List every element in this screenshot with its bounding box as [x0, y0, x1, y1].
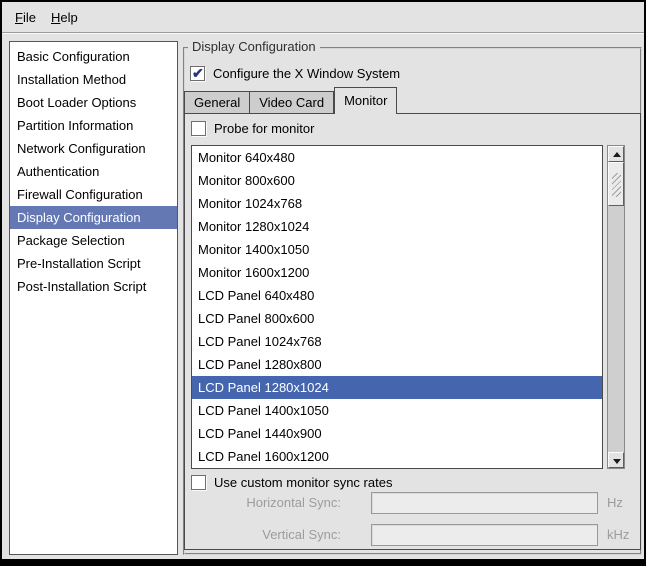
monitor-tab-panel: Probe for monitor Monitor 640x480 Monito…: [184, 113, 641, 550]
vertical-sync-row: Vertical Sync: kHz: [191, 524, 639, 546]
checkbox-icon[interactable]: [191, 475, 206, 490]
sidebar-nav: Basic Configuration Installation Method …: [9, 41, 178, 555]
monitor-list-item[interactable]: LCD Panel 1600x1200: [192, 445, 602, 468]
sidebar-item-network-configuration[interactable]: Network Configuration: [10, 137, 177, 160]
monitor-list-item[interactable]: Monitor 800x600: [192, 169, 602, 192]
monitor-list-item[interactable]: LCD Panel 1024x768: [192, 330, 602, 353]
scroll-up-button[interactable]: [608, 146, 624, 162]
tab-monitor[interactable]: Monitor: [334, 87, 397, 114]
menubar: File Help: [2, 2, 644, 32]
sidebar-item-post-installation-script[interactable]: Post-Installation Script: [10, 275, 177, 298]
menu-file-mnemonic: F: [15, 10, 23, 25]
monitor-list-item-selected[interactable]: LCD Panel 1280x1024: [192, 376, 602, 399]
sidebar-item-boot-loader-options[interactable]: Boot Loader Options: [10, 91, 177, 114]
sidebar-item-basic-configuration[interactable]: Basic Configuration: [10, 45, 177, 68]
checkbox-icon[interactable]: [191, 121, 206, 136]
menu-file[interactable]: File: [10, 8, 41, 27]
probe-monitor-checkbox[interactable]: Probe for monitor: [191, 119, 314, 137]
configure-x-checkbox[interactable]: Configure the X Window System: [190, 64, 400, 82]
horizontal-sync-label: Horizontal Sync:: [191, 492, 341, 514]
frame-title: Display Configuration: [188, 39, 320, 54]
arrow-down-icon: [613, 459, 621, 464]
menu-help-mnemonic: H: [51, 10, 60, 25]
monitor-list-item[interactable]: LCD Panel 1440x900: [192, 422, 602, 445]
sidebar-item-pre-installation-script[interactable]: Pre-Installation Script: [10, 252, 177, 275]
scrollbar-thumb[interactable]: [608, 162, 624, 206]
configure-x-label: Configure the X Window System: [213, 66, 400, 81]
monitor-list-item[interactable]: LCD Panel 1280x800: [192, 353, 602, 376]
monitor-list: Monitor 640x480 Monitor 800x600 Monitor …: [191, 145, 603, 469]
vertical-sync-unit: kHz: [607, 524, 629, 546]
horizontal-sync-input[interactable]: [371, 492, 598, 514]
monitor-list-item[interactable]: LCD Panel 640x480: [192, 284, 602, 307]
thumb-grip-icon: [612, 173, 621, 197]
menubar-separator: [2, 32, 644, 34]
scroll-down-button[interactable]: [608, 452, 624, 468]
tab-general[interactable]: General: [184, 91, 250, 114]
horizontal-sync-row: Horizontal Sync: Hz: [191, 492, 639, 514]
monitor-list-item[interactable]: Monitor 1600x1200: [192, 261, 602, 284]
custom-sync-label: Use custom monitor sync rates: [214, 475, 392, 490]
monitor-list-item[interactable]: LCD Panel 1400x1050: [192, 399, 602, 422]
tabbar: General Video Card Monitor: [184, 87, 397, 114]
monitor-list-item[interactable]: LCD Panel 800x600: [192, 307, 602, 330]
tab-video-card[interactable]: Video Card: [250, 91, 334, 114]
sidebar-item-installation-method[interactable]: Installation Method: [10, 68, 177, 91]
sidebar-item-display-configuration[interactable]: Display Configuration: [10, 206, 177, 229]
vertical-sync-label: Vertical Sync:: [191, 524, 341, 546]
sidebar-item-partition-information[interactable]: Partition Information: [10, 114, 177, 137]
sidebar-item-firewall-configuration[interactable]: Firewall Configuration: [10, 183, 177, 206]
sidebar-item-authentication[interactable]: Authentication: [10, 160, 177, 183]
app-window: File Help Basic Configuration Installati…: [0, 0, 646, 566]
checkbox-icon[interactable]: [190, 66, 205, 81]
monitor-list-item[interactable]: Monitor 1400x1050: [192, 238, 602, 261]
custom-sync-checkbox[interactable]: Use custom monitor sync rates: [191, 473, 392, 491]
horizontal-sync-unit: Hz: [607, 492, 623, 514]
probe-monitor-label: Probe for monitor: [214, 121, 314, 136]
arrow-up-icon: [613, 152, 621, 157]
monitor-list-item[interactable]: Monitor 1024x768: [192, 192, 602, 215]
vertical-sync-input[interactable]: [371, 524, 598, 546]
menu-help-label: elp: [60, 10, 77, 25]
monitor-list-scrollbar[interactable]: [607, 145, 625, 469]
menu-file-label: ile: [23, 10, 36, 25]
monitor-list-item[interactable]: Monitor 640x480: [192, 146, 602, 169]
monitor-list-item[interactable]: Monitor 1280x1024: [192, 215, 602, 238]
window-body: File Help Basic Configuration Installati…: [2, 2, 644, 559]
sidebar-item-package-selection[interactable]: Package Selection: [10, 229, 177, 252]
menu-help[interactable]: Help: [46, 8, 83, 27]
